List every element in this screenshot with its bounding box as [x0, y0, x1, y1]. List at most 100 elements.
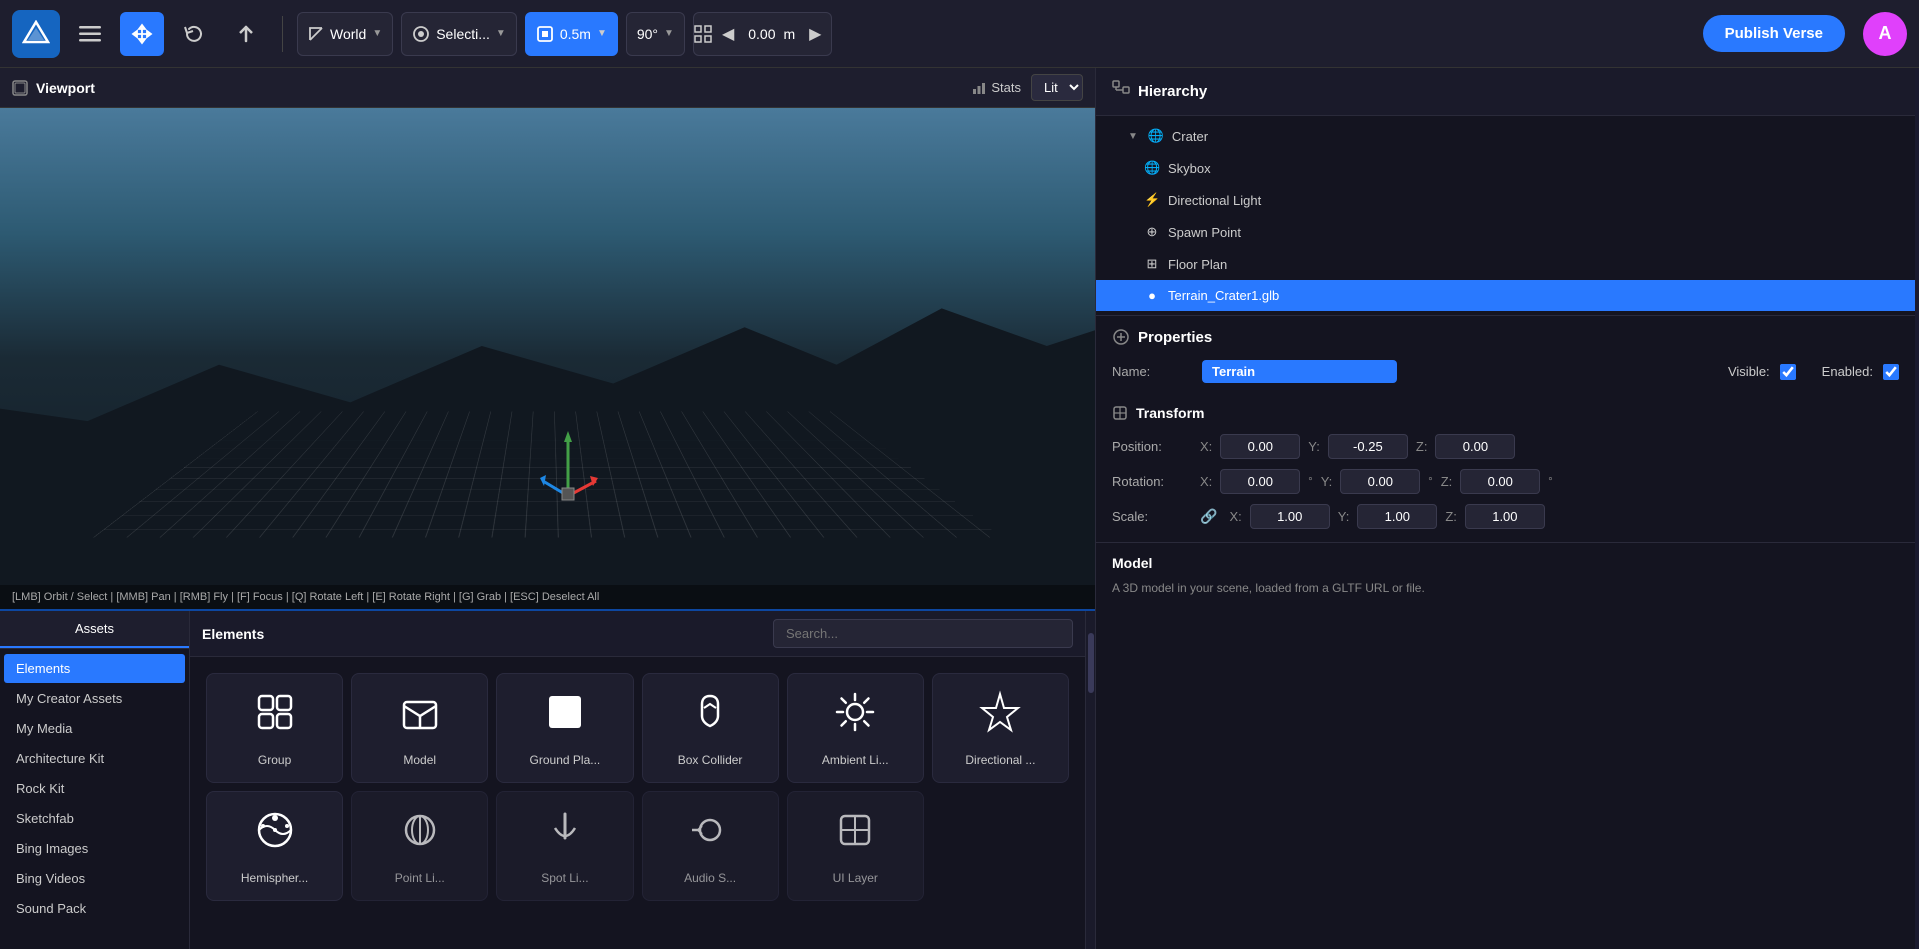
- element-card-ambient-light[interactable]: Ambient Li...: [787, 673, 924, 783]
- extra3-label: Audio S...: [684, 871, 736, 885]
- grid-group[interactable]: ◀ 0.00 m ▶: [693, 12, 833, 56]
- angle-group[interactable]: 90° ▼: [626, 12, 685, 56]
- asset-item-bing-videos[interactable]: Bing Videos: [4, 864, 185, 893]
- visible-checkbox[interactable]: [1780, 364, 1796, 380]
- spawn-point-icon: ⊕: [1144, 224, 1160, 240]
- left-panel: Viewport Stats Lit: [0, 68, 1095, 949]
- stats-button[interactable]: Stats: [972, 80, 1021, 95]
- spawn-point-label: Spawn Point: [1168, 225, 1241, 240]
- transform-header: Transform: [1096, 397, 1915, 429]
- stats-label: Stats: [991, 80, 1021, 95]
- hierarchy-item-crater[interactable]: ▼ 🌐 Crater: [1096, 120, 1915, 152]
- viewport-icon: [12, 80, 28, 96]
- stats-icon: [972, 81, 986, 95]
- directional-icon: [978, 690, 1022, 743]
- rotation-y-input[interactable]: [1340, 469, 1420, 494]
- avatar[interactable]: A: [1863, 12, 1907, 56]
- element-card-extra2[interactable]: Spot Li...: [496, 791, 633, 901]
- assets-sidebar: Assets Elements My Creator Assets My Med…: [0, 611, 190, 949]
- rotation-x-input[interactable]: [1220, 469, 1300, 494]
- skybox-icon: 🌐: [1144, 160, 1160, 176]
- rot-z-label: Z:: [1441, 474, 1453, 489]
- scale-y-input[interactable]: [1357, 504, 1437, 529]
- grid-next-button[interactable]: ▶: [799, 13, 831, 55]
- element-card-group[interactable]: Group: [206, 673, 343, 783]
- publish-button[interactable]: Publish Verse: [1703, 15, 1845, 52]
- name-row: Name: Visible: Enabled:: [1096, 354, 1915, 389]
- enabled-checkbox[interactable]: [1883, 364, 1899, 380]
- directional-light-label: Directional Light: [1168, 193, 1261, 208]
- menu-button[interactable]: [68, 12, 112, 56]
- elements-scrollbar[interactable]: [1085, 611, 1095, 949]
- hierarchy-item-spawn-point[interactable]: ⊕ Spawn Point: [1096, 216, 1915, 248]
- refresh-button[interactable]: [172, 12, 216, 56]
- rotation-z-input[interactable]: [1460, 469, 1540, 494]
- asset-item-sound-pack[interactable]: Sound Pack: [4, 894, 185, 923]
- position-x-input[interactable]: [1220, 434, 1300, 459]
- position-row: Position: X: Y: Z:: [1096, 429, 1915, 464]
- box-collider-icon: [688, 690, 732, 743]
- rot-z-deg: °: [1548, 476, 1552, 488]
- rot-x-label: X:: [1200, 474, 1212, 489]
- group-icon: [253, 690, 297, 743]
- rot-y-deg: °: [1428, 476, 1432, 488]
- ambient-light-label: Ambient Li...: [822, 753, 889, 767]
- move-tool-button[interactable]: [120, 12, 164, 56]
- element-card-ground-plane[interactable]: Ground Pla...: [496, 673, 633, 783]
- hierarchy-section: Hierarchy ▼ 🌐 Crater 🌐 Skybox ⚡ Directio…: [1096, 68, 1915, 316]
- scale-x-input[interactable]: [1250, 504, 1330, 529]
- model-section: Model A 3D model in your scene, loaded f…: [1096, 542, 1915, 609]
- element-card-box-collider[interactable]: Box Collider: [642, 673, 779, 783]
- grid-value: 0.00: [744, 26, 779, 42]
- elements-search-input[interactable]: [773, 619, 1073, 648]
- toolbar: World ▼ Selecti... ▼ 0.5m ▼ 90° ▼ ◀ 0.00…: [0, 0, 1919, 68]
- asset-item-my-creator-assets[interactable]: My Creator Assets: [4, 684, 185, 713]
- model-title: Model: [1112, 555, 1899, 571]
- viewport-actions: Stats Lit: [972, 74, 1083, 101]
- box-collider-label: Box Collider: [678, 753, 743, 767]
- coordinate-system-group[interactable]: World ▼: [297, 12, 393, 56]
- grid-prev-button[interactable]: ◀: [712, 13, 744, 55]
- asset-item-bing-images[interactable]: Bing Images: [4, 834, 185, 863]
- hierarchy-item-terrain[interactable]: ● Terrain_Crater1.glb: [1096, 280, 1915, 311]
- properties-section: Properties Name: Visible: Enabled:: [1096, 316, 1915, 949]
- angle-label: 90°: [637, 26, 658, 42]
- scale-z-input[interactable]: [1465, 504, 1545, 529]
- scrollbar-thumb[interactable]: [1088, 633, 1094, 693]
- hints-text: [LMB] Orbit / Select | [MMB] Pan | [RMB]…: [12, 591, 599, 603]
- asset-item-elements[interactable]: Elements: [4, 654, 185, 683]
- asset-item-architecture-kit[interactable]: Architecture Kit: [4, 744, 185, 773]
- extra1-label: Point Li...: [395, 871, 445, 885]
- viewport-title: Viewport: [12, 80, 95, 96]
- world-label: World: [330, 26, 366, 42]
- element-card-model[interactable]: Model: [351, 673, 488, 783]
- asset-item-my-media[interactable]: My Media: [4, 714, 185, 743]
- hierarchy-item-skybox[interactable]: 🌐 Skybox: [1096, 152, 1915, 184]
- undo-button[interactable]: [224, 12, 268, 56]
- element-card-directional[interactable]: Directional ...: [932, 673, 1069, 783]
- crater-icon: 🌐: [1148, 128, 1164, 144]
- lit-select[interactable]: Lit: [1031, 74, 1083, 101]
- asset-item-rock-kit[interactable]: Rock Kit: [4, 774, 185, 803]
- tab-assets[interactable]: Assets: [0, 611, 189, 648]
- element-card-hemisphere[interactable]: Hemispher...: [206, 791, 343, 901]
- hierarchy-item-floor-plan[interactable]: ⊞ Floor Plan: [1096, 248, 1915, 280]
- position-z-input[interactable]: [1435, 434, 1515, 459]
- snap-group[interactable]: 0.5m ▼: [525, 12, 618, 56]
- viewport-3d[interactable]: [LMB] Orbit / Select | [MMB] Pan | [RMB]…: [0, 108, 1095, 609]
- position-y-input[interactable]: [1328, 434, 1408, 459]
- name-input[interactable]: [1202, 360, 1397, 383]
- transform-title: Transform: [1136, 405, 1204, 421]
- element-card-extra1[interactable]: Point Li...: [351, 791, 488, 901]
- hierarchy-item-directional-light[interactable]: ⚡ Directional Light: [1096, 184, 1915, 216]
- asset-item-sketchfab[interactable]: Sketchfab: [4, 804, 185, 833]
- element-card-extra4[interactable]: UI Layer: [787, 791, 924, 901]
- logo-icon: [12, 10, 60, 58]
- terrain-icon: ●: [1144, 288, 1160, 303]
- rotation-label: Rotation:: [1112, 474, 1192, 489]
- scale-label: Scale:: [1112, 509, 1192, 524]
- hierarchy-title: Hierarchy: [1138, 83, 1207, 100]
- floor-plan-label: Floor Plan: [1168, 257, 1227, 272]
- selection-mode-group[interactable]: Selecti... ▼: [401, 12, 517, 56]
- element-card-extra3[interactable]: Audio S...: [642, 791, 779, 901]
